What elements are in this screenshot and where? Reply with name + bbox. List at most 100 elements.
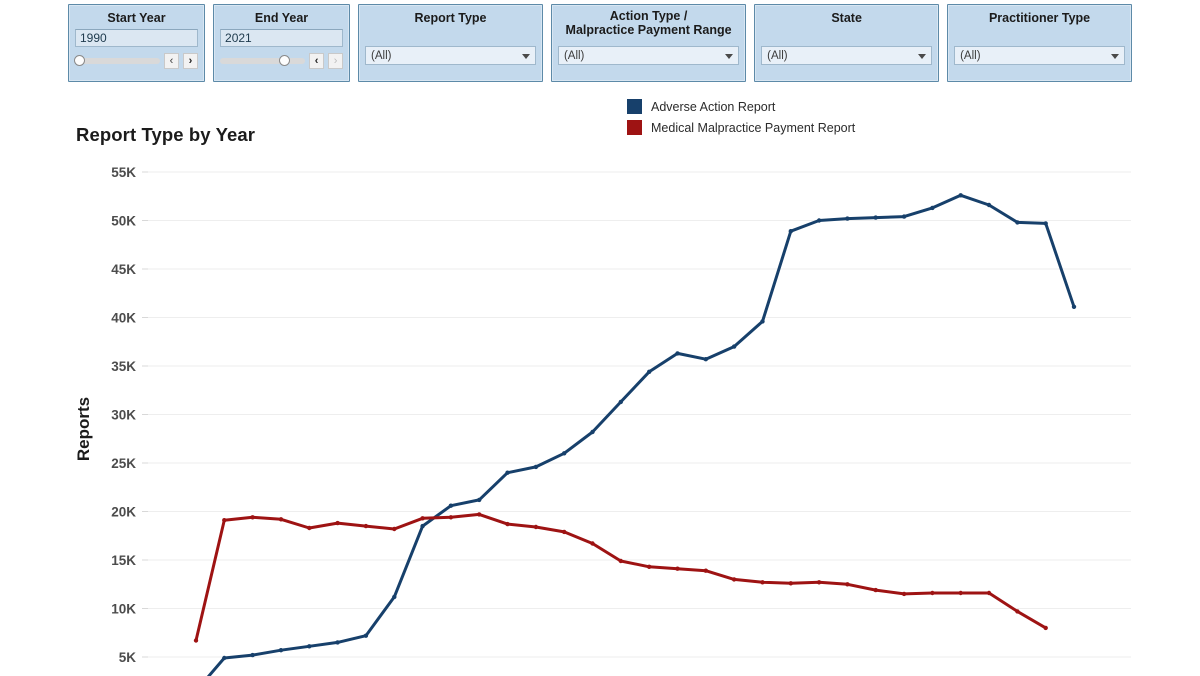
data-point[interactable] — [618, 558, 623, 564]
data-point[interactable] — [307, 525, 312, 531]
data-point[interactable] — [222, 518, 227, 523]
data-point[interactable] — [647, 369, 652, 374]
data-point[interactable] — [731, 344, 737, 349]
data-point[interactable] — [420, 523, 425, 529]
series-line — [194, 512, 1048, 642]
data-point[interactable] — [703, 357, 708, 362]
data-point[interactable] — [392, 526, 397, 532]
data-point[interactable] — [392, 594, 397, 600]
data-point[interactable] — [420, 516, 425, 521]
state-dropdown[interactable]: (All) — [761, 46, 933, 65]
chart-container: 5K 10K 15K 20K 25K 30K 35K 40K 45K 50K 55K Reports — [0, 150, 1200, 676]
start-year-slider-track[interactable] — [74, 55, 161, 66]
data-point[interactable] — [675, 566, 680, 571]
start-year-slider-knob[interactable] — [74, 55, 85, 66]
data-point[interactable] — [930, 590, 935, 596]
filter-practitioner-type[interactable]: Practitioner Type (All) — [947, 4, 1132, 82]
chevron-down-icon — [521, 53, 530, 59]
data-point[interactable] — [562, 529, 567, 535]
start-year-value[interactable]: 1990 — [75, 29, 199, 47]
end-year-value[interactable]: 2021 — [220, 29, 344, 47]
data-point[interactable] — [1043, 625, 1048, 631]
data-point[interactable] — [845, 216, 850, 221]
legend-label-medical-malpractice-payment-report: Medical Malpractice Payment Report — [651, 120, 856, 135]
filter-report-type[interactable]: Report Type (All) — [358, 4, 543, 82]
y-tick-label: 45K — [111, 262, 136, 277]
filter-state[interactable]: State (All) — [754, 4, 940, 82]
legend-item-medical-malpractice-payment-report[interactable]: Medical Malpractice Payment Report — [627, 120, 855, 135]
data-point[interactable] — [647, 564, 652, 569]
data-point[interactable] — [222, 655, 227, 661]
filter-action-type[interactable]: Action Type / Malpractice Payment Range … — [550, 4, 747, 82]
data-point[interactable] — [562, 451, 567, 456]
filter-end-year-label: End Year — [254, 11, 309, 25]
data-point[interactable] — [477, 512, 482, 517]
y-tick-label: 20K — [111, 505, 136, 520]
data-point[interactable] — [958, 590, 963, 596]
end-year-slider-knob[interactable] — [279, 55, 291, 66]
data-point[interactable] — [278, 648, 284, 653]
data-point[interactable] — [533, 464, 539, 470]
data-point[interactable] — [816, 580, 822, 585]
data-point[interactable] — [1043, 221, 1048, 226]
data-point[interactable] — [618, 399, 623, 405]
data-point[interactable] — [477, 497, 482, 503]
data-point[interactable] — [363, 633, 369, 638]
chevron-down-icon — [918, 53, 927, 59]
filter-end-year[interactable]: End Year 2021 ‹ › — [213, 4, 351, 82]
report-type-dropdown[interactable]: (All) — [365, 46, 536, 65]
legend-item-adverse-action-report[interactable]: Adverse Action Report — [627, 99, 855, 114]
y-axis-title: Reports — [74, 397, 93, 461]
data-point[interactable] — [363, 523, 369, 529]
data-point[interactable] — [1015, 609, 1020, 614]
data-point[interactable] — [986, 590, 992, 596]
start-year-prev-button[interactable]: ‹ — [164, 53, 180, 69]
filter-start-year[interactable]: Start Year 1990 ‹ › — [68, 4, 206, 82]
data-point[interactable] — [278, 517, 284, 522]
data-point[interactable] — [986, 202, 992, 208]
data-point[interactable] — [590, 429, 595, 435]
data-point[interactable] — [873, 215, 878, 220]
data-point[interactable] — [250, 652, 255, 658]
data-point[interactable] — [760, 580, 765, 585]
data-point[interactable] — [675, 351, 680, 356]
data-point[interactable] — [788, 229, 793, 234]
data-point[interactable] — [448, 503, 454, 508]
data-point[interactable] — [788, 581, 793, 586]
data-point[interactable] — [505, 521, 510, 527]
data-point[interactable] — [703, 568, 708, 573]
data-point[interactable] — [930, 205, 935, 211]
data-point[interactable] — [533, 524, 539, 530]
data-point[interactable] — [448, 515, 454, 520]
data-point[interactable] — [193, 638, 199, 643]
data-point[interactable] — [505, 470, 510, 475]
data-point[interactable] — [873, 587, 878, 593]
data-point[interactable] — [901, 214, 907, 219]
data-point[interactable] — [731, 577, 737, 582]
data-point[interactable] — [335, 520, 340, 526]
start-year-next-button[interactable]: › — [183, 53, 199, 69]
data-point[interactable] — [901, 591, 907, 597]
data-point[interactable] — [307, 644, 312, 649]
data-point[interactable] — [590, 541, 595, 546]
data-point[interactable] — [335, 640, 340, 645]
data-point[interactable] — [760, 319, 765, 324]
data-point[interactable] — [1071, 304, 1077, 309]
end-year-slider-track[interactable] — [220, 55, 306, 66]
data-point[interactable] — [958, 193, 963, 198]
chart-gridlines — [148, 171, 1131, 658]
practitioner-type-value: (All) — [960, 49, 981, 62]
y-tick-label: 35K — [111, 359, 136, 374]
action-type-dropdown[interactable]: (All) — [557, 46, 740, 65]
end-year-prev-button[interactable]: ‹ — [309, 53, 325, 69]
practitioner-type-dropdown[interactable]: (All) — [954, 46, 1125, 65]
data-point[interactable] — [250, 515, 255, 520]
chevron-down-icon — [725, 53, 734, 59]
start-year-slider-row[interactable]: ‹ › — [74, 53, 199, 69]
data-point[interactable] — [816, 218, 822, 223]
data-point[interactable] — [1015, 220, 1020, 225]
end-year-next-button[interactable]: › — [328, 53, 344, 69]
y-tick-label: 50K — [111, 214, 136, 229]
data-point[interactable] — [845, 582, 850, 587]
end-year-slider-row[interactable]: ‹ › — [220, 53, 344, 69]
